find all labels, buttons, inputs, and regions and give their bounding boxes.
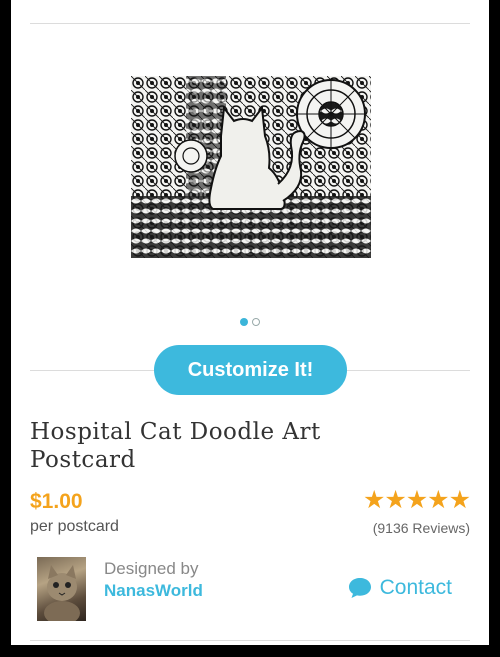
designed-by-label: Designed by	[104, 559, 199, 578]
doodle-art-image	[131, 76, 371, 258]
contact-label: Contact	[379, 576, 452, 599]
product-title-line-2: Postcard	[30, 447, 136, 473]
carousel-indicator	[11, 318, 489, 326]
product-image[interactable]	[131, 76, 371, 258]
chat-bubble-icon	[348, 578, 371, 598]
review-count[interactable]: (9136 Reviews)	[373, 520, 470, 536]
designer-name-link[interactable]: NanasWorld	[104, 581, 203, 601]
top-divider	[30, 23, 470, 24]
flower-drawing	[296, 79, 366, 149]
product-title: Hospital Cat Doodle Art Postcard	[30, 418, 460, 474]
carousel-dot-1[interactable]	[240, 318, 248, 326]
kitten-photo	[44, 565, 80, 621]
price-unit: per postcard	[30, 518, 119, 535]
rating-stars[interactable]: ★★★★★	[363, 485, 471, 515]
product-panel: Customize It! Hospital Cat Doodle Art Po…	[11, 0, 489, 645]
customize-button[interactable]: Customize It!	[154, 345, 347, 395]
contact-button[interactable]: Contact	[348, 576, 452, 600]
bottom-divider	[30, 640, 470, 641]
designer-avatar[interactable]	[37, 557, 86, 621]
carousel-dot-2[interactable]	[252, 318, 260, 326]
product-title-line-1: Hospital Cat Doodle Art	[30, 419, 321, 445]
product-price: $1.00	[30, 490, 83, 513]
